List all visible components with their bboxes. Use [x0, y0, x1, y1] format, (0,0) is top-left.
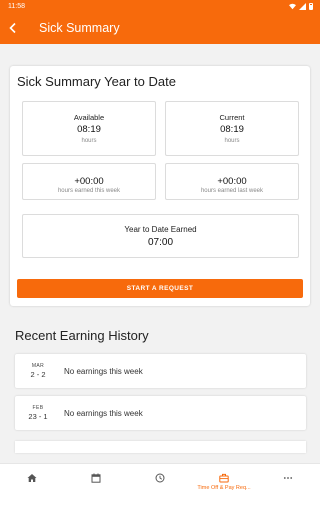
home-icon	[27, 474, 37, 482]
briefcase-icon	[219, 473, 229, 483]
nav-item-clock[interactable]	[128, 464, 192, 512]
bottom-nav: Time Off & Pay Req...	[0, 463, 320, 512]
history-text: No earnings this week	[64, 408, 143, 418]
ytd-earned-value: 07:00	[147, 237, 174, 248]
earned-this-week-stat: +00:00 hours earned this week	[22, 163, 156, 200]
ytd-earned-stat: Year to Date Earned 07:00	[22, 214, 299, 258]
available-stat: Available 08:19 hours	[22, 101, 156, 156]
signal-icon	[299, 2, 306, 10]
history-item[interactable]: FEB 23 - 1 No earnings this week	[15, 396, 306, 430]
current-label: Current	[219, 113, 245, 122]
start-request-button[interactable]: START A REQUEST	[17, 279, 303, 298]
nav-label-time-off: Time Off & Pay Req...	[197, 485, 251, 491]
current-value: 08:19	[220, 124, 244, 135]
current-stat: Current 08:19 hours	[165, 101, 299, 156]
nav-item-calendar[interactable]	[64, 464, 128, 512]
earned-last-week-label: hours earned last week	[200, 188, 264, 194]
earning-history-list: MAR 2 - 2 No earnings this week FEB 23 -…	[15, 354, 306, 438]
earned-this-week-label: hours earned this week	[57, 188, 121, 194]
more-icon	[283, 477, 293, 479]
date-range: 23 - 1	[28, 412, 48, 421]
available-unit: hours	[81, 138, 97, 144]
nav-item-time-off[interactable]: Time Off & Pay Req...	[192, 464, 256, 512]
current-unit: hours	[224, 138, 240, 144]
date-box: MAR 2 - 2	[15, 363, 61, 379]
date-range: 2 - 2	[30, 370, 46, 379]
date-month: FEB	[32, 405, 44, 411]
battery-icon	[309, 2, 313, 10]
clock-icon	[155, 473, 165, 483]
earned-last-week-value: +00:00	[217, 176, 247, 187]
wifi-icon	[289, 3, 296, 9]
calendar-icon	[91, 473, 101, 483]
status-icons	[289, 2, 313, 10]
earned-last-week-stat: +00:00 hours earned last week	[165, 163, 299, 200]
page-title: Sick Summary	[39, 21, 120, 35]
back-button[interactable]	[1, 16, 25, 40]
app-bar: Sick Summary	[0, 12, 320, 44]
nav-item-more[interactable]	[256, 464, 320, 512]
earned-this-week-value: +00:00	[74, 176, 104, 187]
back-arrow-icon	[9, 22, 16, 34]
history-title: Recent Earning History	[15, 328, 149, 343]
available-label: Available	[73, 113, 105, 122]
sick-summary-card: Sick Summary Year to Date Available 08:1…	[10, 66, 310, 306]
status-bar: 11:58	[0, 0, 320, 12]
history-item[interactable]: MAR 2 - 2 No earnings this week	[15, 354, 306, 388]
nav-item-home[interactable]	[0, 464, 64, 512]
available-value: 08:19	[77, 124, 101, 135]
summary-title: Sick Summary Year to Date	[17, 74, 176, 89]
ytd-earned-label: Year to Date Earned	[124, 225, 197, 234]
history-text: No earnings this week	[64, 366, 143, 376]
date-month: MAR	[31, 363, 45, 369]
status-time: 11:58	[8, 2, 25, 10]
history-item-partial	[15, 441, 306, 453]
date-box: FEB 23 - 1	[15, 405, 61, 421]
